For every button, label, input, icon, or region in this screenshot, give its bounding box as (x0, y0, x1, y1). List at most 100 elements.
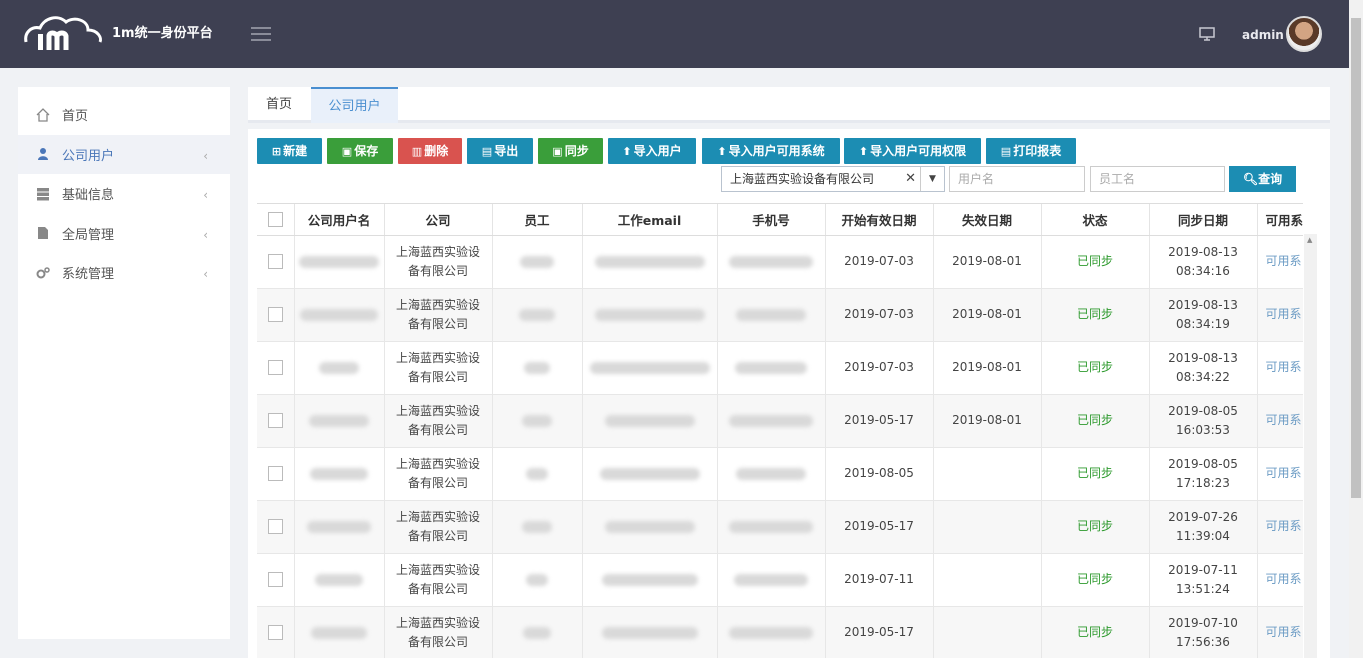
company-select-value: 上海蓝西实验设备有限公司 (730, 172, 875, 186)
row-select-cell[interactable] (257, 447, 295, 501)
row-checkbox[interactable] (267, 360, 283, 375)
cell-start-date: 2019-05-17 (825, 394, 934, 448)
cell-phone-redacted (717, 500, 826, 554)
scroll-up-icon[interactable]: ▲ (1307, 236, 1312, 244)
row-checkbox[interactable] (267, 572, 283, 587)
column-header[interactable]: 员工 (492, 204, 583, 236)
company-select[interactable]: 上海蓝西实验设备有限公司 ✕ ▼ (721, 166, 945, 192)
cell-available-systems-link[interactable]: 可用系 (1257, 235, 1303, 289)
column-header[interactable]: 公司 (384, 204, 493, 236)
table-row[interactable]: 上海蓝西实验设 备有限公司 2019-05-17 已同步 2019-07-10 17:56… (257, 606, 1303, 658)
cell-start-date: 2019-07-11 (825, 553, 934, 607)
row-checkbox[interactable] (267, 625, 283, 640)
table-row[interactable]: 上海蓝西实验设 备有限公司 2019-05-17 2019-08-01 已同步 2019-… (257, 394, 1303, 448)
table-row[interactable]: 上海蓝西实验设 备有限公司 2019-07-11 已同步 2019-07-11 13:51… (257, 553, 1303, 607)
column-header[interactable]: 开始有效日期 (825, 204, 934, 236)
cell-username-redacted (294, 447, 385, 501)
table-row[interactable]: 上海蓝西实验设 备有限公司 2019-07-03 2019-08-01 已同步 2019-… (257, 341, 1303, 395)
cell-end-date (933, 500, 1042, 554)
row-checkbox[interactable] (267, 307, 283, 322)
column-header[interactable]: 失效日期 (933, 204, 1042, 236)
cell-available-systems-link[interactable]: 可用系 (1257, 500, 1303, 554)
cell-status: 已同步 (1041, 394, 1150, 448)
table-row[interactable]: 上海蓝西实验设 备有限公司 2019-05-17 已同步 2019-07-26 11:39… (257, 500, 1303, 554)
table-row[interactable]: 上海蓝西实验设 备有限公司 2019-08-05 已同步 2019-08-05 17:18… (257, 447, 1303, 501)
row-checkbox[interactable] (267, 466, 283, 481)
sidebar-item-company-users[interactable]: 公司用户 ‹ (18, 134, 230, 174)
row-select-cell[interactable] (257, 606, 295, 658)
sidebar-item-global-management[interactable]: 全局管理 ‹ (18, 214, 230, 254)
cell-available-systems-link[interactable]: 可用系 (1257, 606, 1303, 658)
delete-button[interactable]: ▥ 删除 (398, 138, 462, 164)
table-row[interactable]: 上海蓝西实验设 备有限公司 2019-07-03 2019-08-01 已同步 2019-… (257, 235, 1303, 289)
column-header[interactable]: 同步日期 (1149, 204, 1258, 236)
export-button[interactable]: ▤ 导出 (467, 138, 533, 164)
chevron-left-icon: ‹ (203, 148, 208, 163)
tab-home[interactable]: 首页 (248, 87, 310, 123)
row-select-cell[interactable] (257, 288, 295, 342)
row-checkbox[interactable] (267, 254, 283, 269)
cell-end-date (933, 553, 1042, 607)
cell-sync-date: 2019-08-13 08:34:19 (1149, 288, 1258, 342)
cell-available-systems-link[interactable]: 可用系 (1257, 341, 1303, 395)
sidebar-item-system-management[interactable]: 系统管理 ‹ (18, 253, 230, 293)
column-header[interactable]: 可用系 (1257, 204, 1303, 236)
table-scrollbar[interactable]: ▲ (1304, 234, 1317, 658)
tab-bar: 首页 公司用户 (248, 87, 1330, 123)
cell-username-redacted (294, 500, 385, 554)
cell-employee-redacted (492, 447, 583, 501)
save-button[interactable]: ▣ 保存 (327, 138, 393, 164)
sidebar-item-home[interactable]: 首页 (18, 95, 230, 135)
row-select-cell[interactable] (257, 500, 295, 554)
row-select-cell[interactable] (257, 235, 295, 289)
employee-name-input[interactable] (1090, 166, 1225, 192)
row-checkbox[interactable] (267, 413, 283, 428)
cell-status: 已同步 (1041, 235, 1150, 289)
column-header[interactable]: 状态 (1041, 204, 1150, 236)
import-users-button[interactable]: ⬆ 导入用户 (608, 138, 696, 164)
clear-icon[interactable]: ✕ (905, 167, 916, 191)
row-select-cell[interactable] (257, 553, 295, 607)
chevron-down-icon[interactable]: ▼ (920, 167, 944, 191)
cell-employee-redacted (492, 606, 583, 658)
table-header-row: 公司用户名 公司 员工 工作email 手机号 开始有效日期 失效日期 状态 同… (257, 204, 1303, 236)
import-user-systems-button[interactable]: ⬆ 导入用户可用系统 (702, 138, 840, 164)
cell-available-systems-link[interactable]: 可用系 (1257, 288, 1303, 342)
cell-employee-redacted (492, 288, 583, 342)
table-row[interactable]: 上海蓝西实验设 备有限公司 2019-07-03 2019-08-01 已同步 2019-… (257, 288, 1303, 342)
column-header[interactable]: 手机号 (717, 204, 826, 236)
sync-button[interactable]: ▣ 同步 (538, 138, 603, 164)
username[interactable]: admin (1242, 28, 1284, 42)
username-input[interactable] (949, 166, 1085, 192)
cell-email-redacted (582, 500, 718, 554)
page-scrollbar[interactable] (1349, 0, 1363, 658)
cell-email-redacted (582, 447, 718, 501)
monitor-icon[interactable] (1199, 27, 1215, 41)
column-header[interactable]: 工作email (582, 204, 718, 236)
row-select-cell[interactable] (257, 341, 295, 395)
sidebar-item-basic-info[interactable]: 基础信息 ‹ (18, 174, 230, 214)
upload-circle-icon: ⬆ (622, 145, 632, 158)
tab-company-users[interactable]: 公司用户 (311, 87, 398, 123)
avatar[interactable] (1286, 16, 1322, 52)
page-scrollbar-thumb[interactable] (1351, 18, 1361, 498)
hamburger-menu-icon[interactable] (251, 27, 271, 41)
print-report-button[interactable]: ▤ 打印报表 (986, 138, 1076, 164)
select-all-cell[interactable] (257, 204, 295, 236)
column-header[interactable]: 公司用户名 (294, 204, 385, 236)
cell-company: 上海蓝西实验设 备有限公司 (384, 288, 493, 342)
search-button[interactable]: 🔍︎查询 (1229, 166, 1296, 192)
new-button[interactable]: ⊞ 新建 (257, 138, 322, 164)
cell-company: 上海蓝西实验设 备有限公司 (384, 235, 493, 289)
sidebar: 首页 公司用户 ‹ 基础信息 ‹ 全局管理 ‹ 系统管理 ‹ (18, 87, 230, 639)
row-checkbox[interactable] (267, 519, 283, 534)
cell-available-systems-link[interactable]: 可用系 (1257, 553, 1303, 607)
import-user-permissions-button[interactable]: ⬆ 导入用户可用权限 (844, 138, 981, 164)
sidebar-item-label: 基础信息 (62, 188, 115, 204)
row-select-cell[interactable] (257, 394, 295, 448)
cell-email-redacted (582, 394, 718, 448)
home-icon (36, 107, 50, 122)
cell-available-systems-link[interactable]: 可用系 (1257, 394, 1303, 448)
cell-available-systems-link[interactable]: 可用系 (1257, 447, 1303, 501)
select-all-checkbox[interactable] (267, 212, 283, 228)
